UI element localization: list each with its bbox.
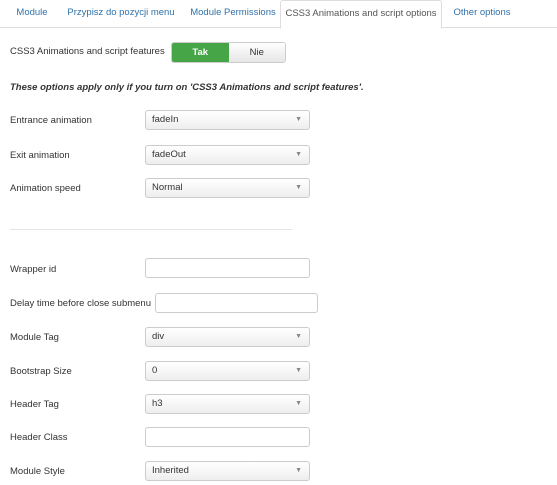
module-tag-label: Module Tag xyxy=(10,332,59,343)
bootstrap-size-select[interactable]: 0 ▼ xyxy=(145,361,310,381)
tab-module[interactable]: Module xyxy=(8,0,56,28)
tab-menu-assignment[interactable]: Przypisz do pozycji menu xyxy=(58,0,184,28)
animation-speed-label: Animation speed xyxy=(10,183,81,194)
header-class-input[interactable] xyxy=(145,427,310,447)
module-tag-select[interactable]: div ▼ xyxy=(145,327,310,347)
entrance-animation-label: Entrance animation xyxy=(10,115,92,126)
wrapper-id-label: Wrapper id xyxy=(10,264,57,275)
module-style-select[interactable]: Inherited ▼ xyxy=(145,461,310,481)
select-value: h3 xyxy=(152,398,163,409)
chevron-down-icon: ▼ xyxy=(295,184,302,191)
chevron-down-icon: ▼ xyxy=(295,116,302,123)
chevron-down-icon: ▼ xyxy=(295,333,302,340)
tab-bar: Module Przypisz do pozycji menu Module P… xyxy=(0,0,557,29)
wrapper-id-input[interactable] xyxy=(145,258,310,278)
divider xyxy=(10,229,292,230)
options-note: These options apply only if you turn on … xyxy=(10,82,364,93)
toggle-no-button[interactable]: Nie xyxy=(228,43,285,62)
select-value: fadeIn xyxy=(152,114,179,125)
header-class-label: Header Class xyxy=(10,432,68,443)
animation-speed-select[interactable]: Normal ▼ xyxy=(145,178,310,198)
entrance-animation-select[interactable]: fadeIn ▼ xyxy=(145,110,310,130)
header-tag-select[interactable]: h3 ▼ xyxy=(145,394,310,414)
header-tag-label: Header Tag xyxy=(10,399,59,410)
select-value: Normal xyxy=(152,182,183,193)
bootstrap-size-label: Bootstrap Size xyxy=(10,366,72,377)
select-value: 0 xyxy=(152,365,158,376)
exit-animation-label: Exit animation xyxy=(10,150,70,161)
tab-other-options[interactable]: Other options xyxy=(442,0,522,28)
delay-time-label: Delay time before close submenu xyxy=(10,298,151,309)
chevron-down-icon: ▼ xyxy=(295,467,302,474)
tab-css3-animations[interactable]: CSS3 Animations and script options xyxy=(280,0,442,29)
select-value: Inherited xyxy=(152,465,189,476)
toggle-yes-button[interactable]: Tak xyxy=(172,43,229,62)
css3-features-label: CSS3 Animations and script features xyxy=(10,46,165,57)
delay-time-input[interactable] xyxy=(155,293,318,313)
chevron-down-icon: ▼ xyxy=(295,151,302,158)
exit-animation-select[interactable]: fadeOut ▼ xyxy=(145,145,310,165)
chevron-down-icon: ▼ xyxy=(295,367,302,374)
chevron-down-icon: ▼ xyxy=(295,400,302,407)
select-value: fadeOut xyxy=(152,149,186,160)
tab-module-permissions[interactable]: Module Permissions xyxy=(186,0,280,28)
css3-features-toggle: Tak Nie xyxy=(171,42,286,63)
select-value: div xyxy=(152,331,165,342)
module-style-label: Module Style xyxy=(10,466,65,477)
